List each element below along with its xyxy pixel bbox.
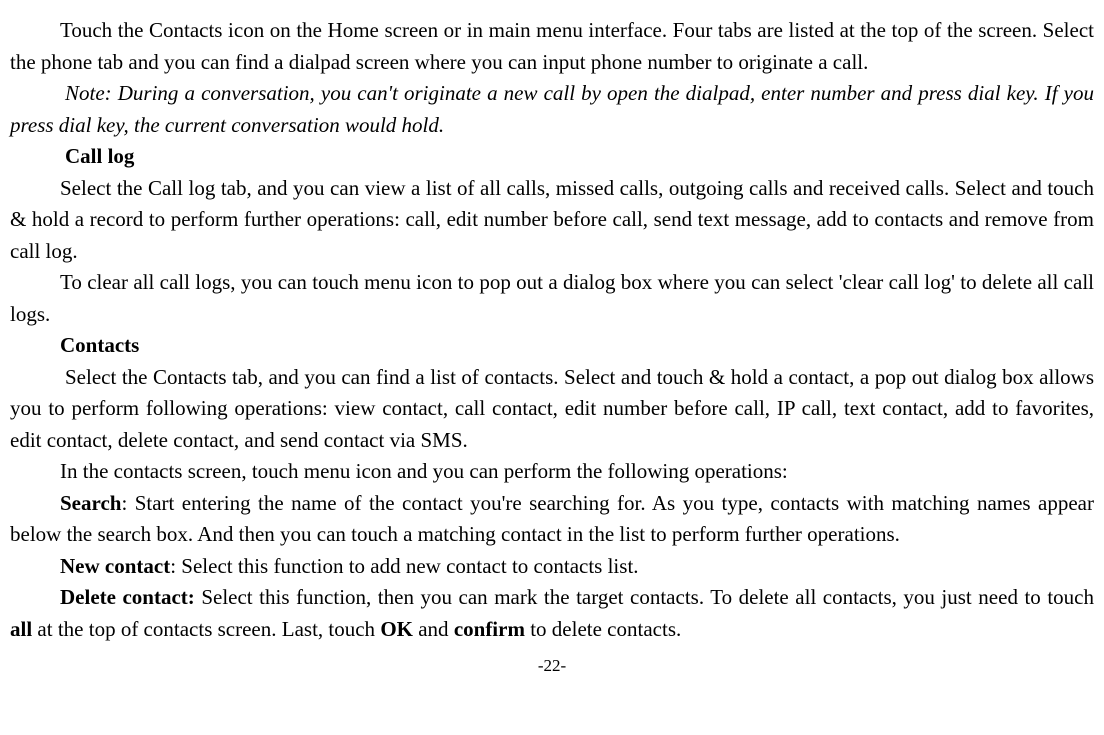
paragraph-note: Note: During a conversation, you can't o… — [10, 78, 1094, 141]
paragraph-contacts-2: In the contacts screen, touch menu icon … — [10, 456, 1094, 488]
paragraph-call-log-2: To clear all call logs, you can touch me… — [10, 267, 1094, 330]
paragraph-intro: Touch the Contacts icon on the Home scre… — [10, 15, 1094, 78]
heading-call-log: Call log — [10, 141, 1094, 173]
paragraph-new-contact: New contact: Select this function to add… — [10, 551, 1094, 583]
text-delete-1: Select this function, then you can mark … — [201, 585, 1094, 609]
text-delete-2: at the top of contacts screen. Last, tou… — [32, 617, 380, 641]
label-new-contact: New contact — [60, 554, 170, 578]
heading-contacts: Contacts — [10, 330, 1094, 362]
label-all: all — [10, 617, 32, 641]
label-ok: OK — [380, 617, 413, 641]
label-delete-contact: Delete contact: — [60, 585, 201, 609]
page-number: -22- — [10, 653, 1094, 679]
paragraph-search: Search: Start entering the name of the c… — [10, 488, 1094, 551]
text-delete-3: and — [413, 617, 454, 641]
label-search: Search — [60, 491, 121, 515]
text-search: : Start entering the name of the contact… — [10, 491, 1094, 547]
text-delete-4: to delete contacts. — [525, 617, 681, 641]
paragraph-delete-contact: Delete contact: Select this function, th… — [10, 582, 1094, 645]
paragraph-call-log-1: Select the Call log tab, and you can vie… — [10, 173, 1094, 268]
text-new-contact: : Select this function to add new contac… — [170, 554, 638, 578]
paragraph-contacts-1: Select the Contacts tab, and you can fin… — [10, 362, 1094, 457]
label-confirm: confirm — [454, 617, 525, 641]
